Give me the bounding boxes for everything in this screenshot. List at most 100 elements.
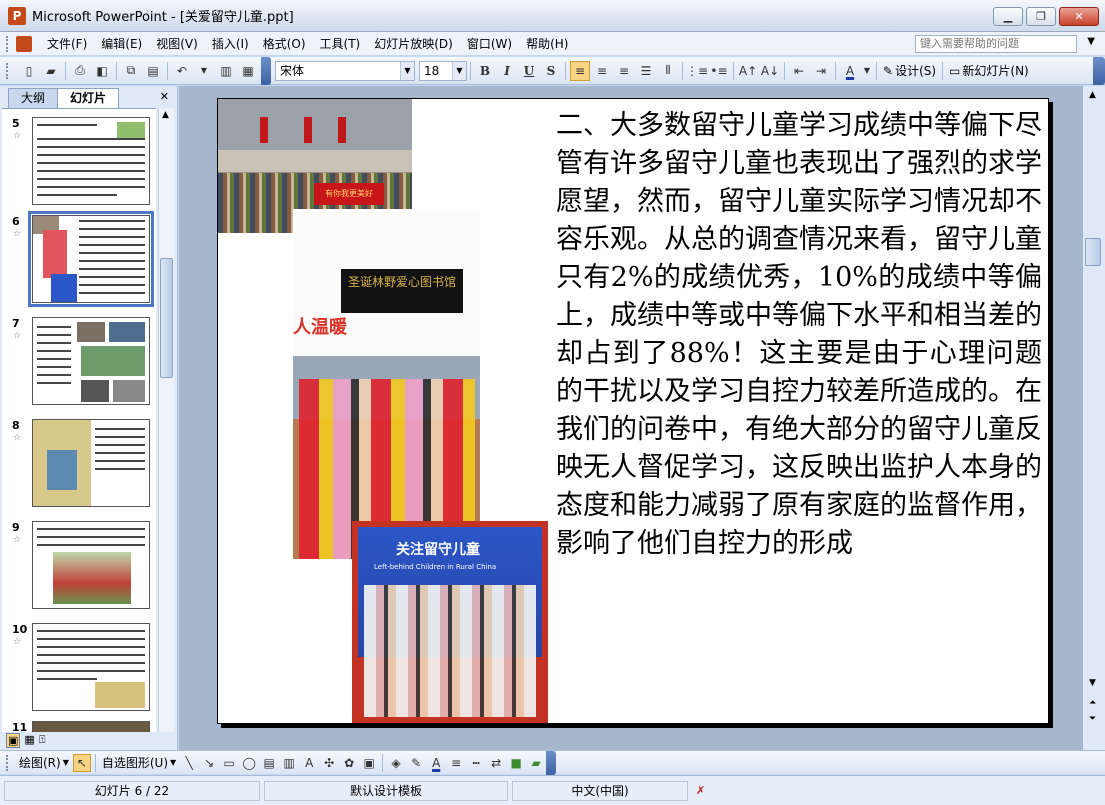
font-size-select[interactable]: 18 ▼ <box>419 60 467 81</box>
powerpoint-app-icon[interactable]: P <box>8 6 26 25</box>
justify-button[interactable]: ☰ <box>636 61 656 81</box>
arrow-icon[interactable]: ↘ <box>200 754 218 772</box>
slide-body-text[interactable]: 二、大多数留守儿童学习成绩中等偏下尽管有许多留守儿童也表现出了强烈的求学愿望，然… <box>556 107 1042 563</box>
underline-button[interactable]: U <box>519 61 539 81</box>
menu-format[interactable]: 格式(O) <box>256 33 313 55</box>
fill-color-icon[interactable]: ◈ <box>387 754 405 772</box>
bullets-icon[interactable]: •≡ <box>709 61 729 81</box>
toolbar-options-icon[interactable] <box>1093 57 1105 85</box>
font-color-icon[interactable]: A <box>427 754 445 772</box>
close-icon[interactable]: ✕ <box>160 90 169 103</box>
toolbar-options-icon[interactable] <box>546 750 557 775</box>
slide-sorter-icon[interactable]: ▦ <box>24 733 34 748</box>
spelling-check-icon[interactable]: ✗ <box>696 784 705 797</box>
wordart-icon[interactable]: A <box>300 754 318 772</box>
menu-slideshow[interactable]: 幻灯片放映(D) <box>367 33 460 55</box>
align-left-button[interactable]: ≡ <box>570 60 590 81</box>
slide-thumbnail[interactable] <box>32 623 150 711</box>
tab-slides[interactable]: 幻灯片 <box>57 88 120 108</box>
clipart-icon[interactable]: ✿ <box>340 754 358 772</box>
undo-dropdown-icon[interactable]: ▼ <box>194 61 214 81</box>
menu-window[interactable]: 窗口(W) <box>460 33 519 55</box>
scrollbar-thumb[interactable] <box>160 258 173 378</box>
minimize-button[interactable]: ▁ <box>993 7 1023 26</box>
normal-view-icon[interactable]: ▣ <box>6 733 21 748</box>
toolbar-grip-icon[interactable] <box>6 754 10 771</box>
design-button[interactable]: ✎ 设计(S) <box>880 62 939 79</box>
menu-file[interactable]: 文件(F) <box>40 33 94 55</box>
textbox-icon[interactable]: ▤ <box>260 754 278 772</box>
slide-thumbnail[interactable] <box>32 419 150 507</box>
restore-button[interactable]: ❐ <box>1026 7 1056 26</box>
chart-icon[interactable]: ▥ <box>216 61 236 81</box>
scroll-up-icon[interactable]: ▲ <box>162 110 169 120</box>
slide-thumbnail[interactable] <box>32 521 150 609</box>
editor-vertical-scrollbar[interactable]: ▲ ▼ ⏶ ⏷ <box>1083 86 1105 750</box>
document-icon[interactable] <box>16 35 32 52</box>
font-color-dropdown-icon[interactable]: ▼ <box>862 61 872 81</box>
undo-icon[interactable]: ↶ <box>172 61 192 81</box>
menu-edit[interactable]: 编辑(E) <box>94 33 149 55</box>
slide-thumbnail[interactable] <box>32 721 150 732</box>
next-slide-icon[interactable]: ⏷ <box>1089 714 1096 724</box>
print-icon[interactable]: ⎙ <box>70 61 90 81</box>
menu-tools[interactable]: 工具(T) <box>313 33 368 55</box>
font-color-icon[interactable]: A <box>840 61 860 81</box>
scrollbar-thumb[interactable] <box>1085 238 1101 266</box>
previous-slide-icon[interactable]: ⏶ <box>1089 698 1096 708</box>
preview-icon[interactable]: ◧ <box>92 61 112 81</box>
align-center-button[interactable]: ≡ <box>592 61 612 81</box>
new-slide-button[interactable]: ▭ 新幻灯片(N) <box>946 62 1032 79</box>
arrow-style-icon[interactable]: ⇄ <box>487 754 505 772</box>
distribute-icon[interactable]: ⫴ <box>658 61 678 81</box>
vertical-textbox-icon[interactable]: ▥ <box>280 754 298 772</box>
decrease-font-icon[interactable]: A↓ <box>760 61 780 81</box>
draw-menu-button[interactable]: 绘图(R) ▼ <box>16 754 72 771</box>
shadow-button[interactable]: S <box>541 61 561 81</box>
toolbar-options-icon[interactable] <box>261 56 271 85</box>
increase-indent-icon[interactable]: ⇥ <box>811 61 831 81</box>
tab-outline[interactable]: 大纲 <box>8 88 59 108</box>
toolbar-grip-icon[interactable] <box>6 35 10 52</box>
menu-insert[interactable]: 插入(I) <box>205 33 256 55</box>
font-name-select[interactable]: 宋体 ▼ <box>275 60 415 81</box>
library-children-photo[interactable]: 圣诞林野爱心图书馆 人温暖 <box>293 209 480 559</box>
thumbnail-scrollbar[interactable]: ▲ <box>158 108 174 732</box>
shadow-style-icon[interactable]: ■ <box>507 754 525 772</box>
select-pointer-icon[interactable]: ↖ <box>72 753 91 772</box>
slide-thumbnail[interactable] <box>32 317 150 405</box>
italic-button[interactable]: I <box>497 61 517 81</box>
line-style-icon[interactable]: ≡ <box>447 754 465 772</box>
slide-thumbnail-list[interactable]: 5 ☆ 6 ☆ 7 ☆ 8 ☆ 9 ☆ 10 ☆ 11 <box>2 108 156 732</box>
align-right-button[interactable]: ≡ <box>614 61 634 81</box>
design-template-name[interactable]: 默认设计模板 <box>264 780 508 801</box>
scroll-down-icon[interactable]: ▼ <box>1089 678 1096 688</box>
left-behind-children-photo[interactable]: 关注留守儿童 Left-behind Children in Rural Chi… <box>352 521 548 723</box>
numbering-icon[interactable]: ⋮≡ <box>686 61 708 81</box>
increase-font-icon[interactable]: A↑ <box>738 61 758 81</box>
3d-style-icon[interactable]: ▰ <box>527 754 545 772</box>
table-icon[interactable]: ▦ <box>238 61 258 81</box>
line-color-icon[interactable]: ✎ <box>407 754 425 772</box>
picture-icon[interactable]: ▣ <box>360 754 378 772</box>
diagram-icon[interactable]: ✣ <box>320 754 338 772</box>
decrease-indent-icon[interactable]: ⇤ <box>789 61 809 81</box>
close-button[interactable]: ✕ <box>1059 7 1099 26</box>
help-dropdown-icon[interactable]: ▼ <box>1087 36 1095 47</box>
toolbar-grip-icon[interactable] <box>6 62 10 79</box>
current-slide[interactable]: 有你我更美好 圣诞林野爱心图书馆 人温暖 关注留守儿童 Left-behind … <box>217 98 1049 724</box>
copy-icon[interactable]: ⧉ <box>121 61 141 81</box>
oval-icon[interactable]: ◯ <box>240 754 258 772</box>
rectangle-icon[interactable]: ▭ <box>220 754 238 772</box>
slide-thumbnail[interactable] <box>32 117 150 205</box>
slide-thumbnail-selected[interactable] <box>28 211 154 307</box>
autoshapes-button[interactable]: 自选图形(U) ▼ <box>99 754 179 771</box>
line-icon[interactable]: ╲ <box>180 754 198 772</box>
scroll-up-icon[interactable]: ▲ <box>1089 90 1096 100</box>
help-search-input[interactable]: 键入需要帮助的问题 <box>915 35 1077 53</box>
bold-button[interactable]: B <box>475 61 495 81</box>
menu-help[interactable]: 帮助(H) <box>519 33 575 55</box>
menu-view[interactable]: 视图(V) <box>149 33 205 55</box>
open-icon[interactable]: ▰ <box>41 61 61 81</box>
dash-style-icon[interactable]: ┅ <box>467 754 485 772</box>
